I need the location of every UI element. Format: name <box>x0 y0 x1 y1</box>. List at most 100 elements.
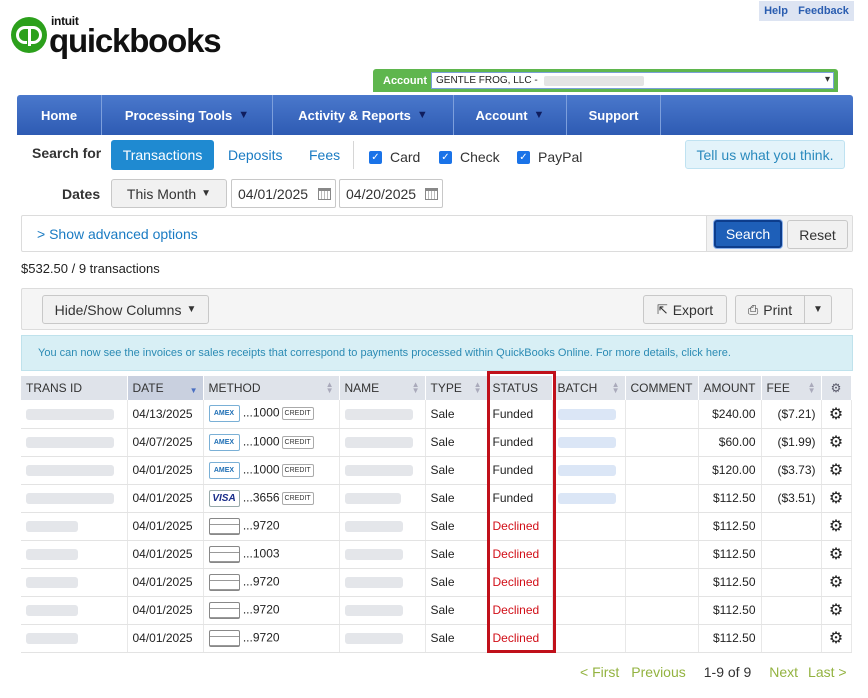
info-notice-text[interactable]: You can now see the invoices or sales re… <box>38 347 731 359</box>
reset-button[interactable]: Reset <box>787 220 848 249</box>
name-cell <box>339 596 426 625</box>
row-settings-gear-icon[interactable]: ⚙ <box>821 400 852 429</box>
date-from-value: 04/01/2025 <box>238 185 309 202</box>
nav-home[interactable]: Home <box>17 95 102 135</box>
col-date[interactable]: DATE ▼ <box>127 376 204 400</box>
amount-cell: $112.50 <box>698 596 762 625</box>
col-method[interactable]: METHOD ▲ ▼ <box>203 376 340 400</box>
date-to-input[interactable]: 04/20/2025 <box>339 179 443 208</box>
col-batch[interactable]: BATCH ▲ ▼ <box>552 376 626 400</box>
batch-cell <box>552 568 626 597</box>
check-icon <box>208 517 240 535</box>
nav-activity-reports[interactable]: Activity & Reports ▼ <box>273 95 454 135</box>
method-cell: AMEX ...1000 CREDIT <box>203 456 340 485</box>
comment-cell <box>625 568 699 597</box>
nav-processing-tools[interactable]: Processing Tools ▼ <box>102 95 273 135</box>
row-settings-gear-icon[interactable]: ⚙ <box>821 568 852 597</box>
amount-cell: $112.50 <box>698 512 762 541</box>
pager-next[interactable]: Next <box>769 664 798 680</box>
trans-id-cell[interactable] <box>21 596 128 625</box>
batch-cell[interactable] <box>552 456 626 485</box>
print-options-dropdown[interactable]: ▼ <box>804 295 832 324</box>
hide-show-columns-button[interactable]: Hide/Show Columns ▼ <box>42 295 209 324</box>
trans-id-cell[interactable] <box>21 428 128 457</box>
credit-tag: CREDIT <box>281 407 314 421</box>
tab-deposits[interactable]: Deposits <box>228 147 282 163</box>
name-cell <box>339 428 426 457</box>
caret-down-icon: ▼ <box>238 109 250 121</box>
row-settings-gear-icon[interactable]: ⚙ <box>821 596 852 625</box>
redacted-value <box>344 493 401 505</box>
row-settings-gear-icon[interactable]: ⚙ <box>821 512 852 541</box>
card-last4: ...9720 <box>242 630 280 645</box>
col-trans-id[interactable]: TRANS ID <box>21 376 128 400</box>
pager-last[interactable]: Last > <box>808 664 847 680</box>
nav-support[interactable]: Support <box>567 95 661 135</box>
sort-desc-icon: ▼ <box>189 386 198 395</box>
status-column-highlight <box>487 371 556 653</box>
date-from-input[interactable]: 04/01/2025 <box>231 179 336 208</box>
batch-cell[interactable] <box>552 428 626 457</box>
tell-us-button[interactable]: Tell us what you think. <box>685 140 845 169</box>
trans-id-cell[interactable] <box>21 512 128 541</box>
redacted-value <box>344 437 413 449</box>
trans-id-cell[interactable] <box>21 624 128 653</box>
nav-account[interactable]: Account ▼ <box>454 95 567 135</box>
batch-cell[interactable] <box>552 484 626 513</box>
export-button[interactable]: ⇱ Export <box>643 295 727 324</box>
trans-id-cell[interactable] <box>21 568 128 597</box>
name-cell <box>339 456 426 485</box>
table-row[interactable]: 04/01/2025 VISA ...3656 CREDIT Sale Funde… <box>21 484 852 513</box>
print-button[interactable]: ⎙ Print <box>735 295 805 324</box>
table-row[interactable]: 04/01/2025 ...9720 Sale Declined $112.50… <box>21 624 852 653</box>
table-row[interactable]: 04/01/2025 ...1003 Sale Declined $112.50… <box>21 540 852 569</box>
search-button[interactable]: Search <box>714 220 782 248</box>
trans-id-cell[interactable] <box>21 400 128 429</box>
checkbox-paypal[interactable]: ✓ PayPal <box>517 149 582 165</box>
calendar-icon[interactable] <box>425 188 438 200</box>
info-notice: You can now see the invoices or sales re… <box>21 335 853 371</box>
row-settings-gear-icon[interactable]: ⚙ <box>821 540 852 569</box>
trans-id-cell[interactable] <box>21 456 128 485</box>
table-row[interactable]: 04/01/2025 AMEX ...1000 CREDIT Sale Funde… <box>21 456 852 485</box>
feedback-link[interactable]: Feedback <box>798 5 849 17</box>
row-settings-gear-icon[interactable]: ⚙ <box>821 484 852 513</box>
col-fee[interactable]: FEE ▲ ▼ <box>761 376 822 400</box>
trans-id-cell[interactable] <box>21 540 128 569</box>
col-name[interactable]: NAME ▲ ▼ <box>339 376 426 400</box>
batch-cell <box>552 596 626 625</box>
tab-transactions[interactable]: Transactions <box>111 140 214 170</box>
trans-id-cell[interactable] <box>21 484 128 513</box>
batch-cell[interactable] <box>552 400 626 429</box>
help-link[interactable]: Help <box>764 5 788 17</box>
row-settings-gear-icon[interactable]: ⚙ <box>821 624 852 653</box>
col-type[interactable]: TYPE ▲ ▼ <box>425 376 488 400</box>
table-row[interactable]: 04/13/2025 AMEX ...1000 CREDIT Sale Funde… <box>21 400 852 429</box>
sort-icon: ▲ ▼ <box>807 380 816 395</box>
table-row[interactable]: 04/01/2025 ...9720 Sale Declined $112.50… <box>21 596 852 625</box>
table-row[interactable]: 04/01/2025 ...9720 Sale Declined $112.50… <box>21 512 852 541</box>
pager-first[interactable]: < First <box>580 664 619 680</box>
col-comment[interactable]: COMMENT <box>625 376 699 400</box>
card-last4: ...9720 <box>242 518 280 533</box>
column-settings-icon[interactable]: ⚙ <box>821 376 852 400</box>
pager-previous[interactable]: Previous <box>631 664 685 680</box>
table-row[interactable]: 04/07/2025 AMEX ...1000 CREDIT Sale Funde… <box>21 428 852 457</box>
date-range-dropdown[interactable]: This Month ▼ <box>111 179 227 208</box>
tab-fees[interactable]: Fees <box>309 147 340 163</box>
calendar-icon[interactable] <box>318 188 331 200</box>
row-settings-gear-icon[interactable]: ⚙ <box>821 456 852 485</box>
row-settings-gear-icon[interactable]: ⚙ <box>821 428 852 457</box>
checkbox-card[interactable]: ✓ Card <box>369 149 420 165</box>
method-cell: ...9720 <box>203 596 340 625</box>
col-amount[interactable]: AMOUNT <box>698 376 762 400</box>
show-advanced-options-link[interactable]: > Show advanced options <box>37 226 198 242</box>
nav-support-label: Support <box>588 107 639 123</box>
fee-cell <box>761 596 822 625</box>
redacted-value <box>344 577 403 589</box>
checkbox-check[interactable]: ✓ Check <box>439 149 500 165</box>
account-bar: Account GENTLE FROG, LLC - ▾ <box>373 69 838 92</box>
credit-tag: CREDIT <box>281 435 314 449</box>
table-row[interactable]: 04/01/2025 ...9720 Sale Declined $112.50… <box>21 568 852 597</box>
account-select[interactable]: GENTLE FROG, LLC - ▾ <box>431 72 834 89</box>
